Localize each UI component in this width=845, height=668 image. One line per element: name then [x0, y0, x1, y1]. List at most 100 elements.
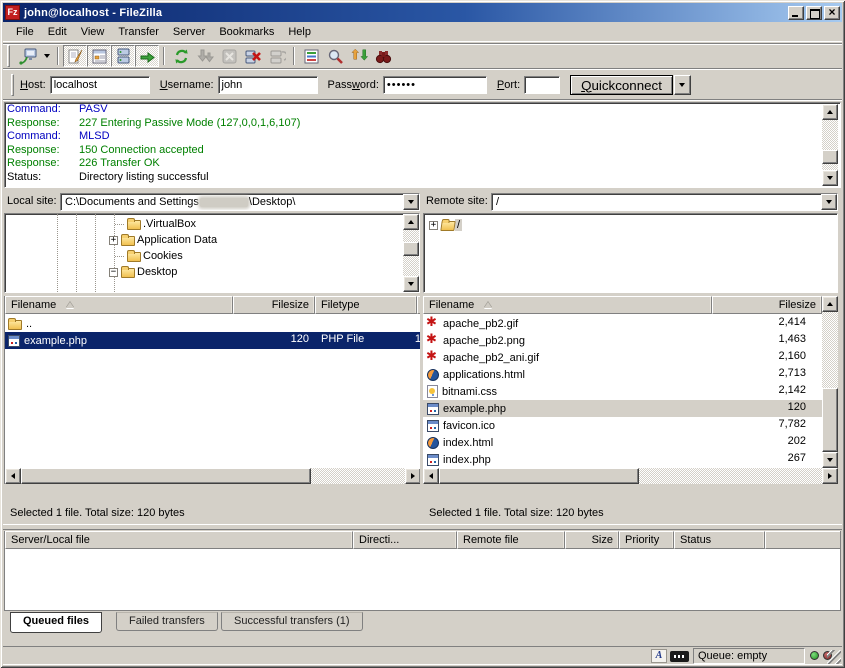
menu-transfer[interactable]: Transfer: [111, 24, 166, 40]
username-input[interactable]: john: [218, 76, 318, 94]
remote-row[interactable]: index.html 202: [423, 434, 822, 451]
scrollbar-thumb[interactable]: [439, 468, 639, 484]
site-manager-icon: [19, 48, 37, 65]
menu-server[interactable]: Server: [166, 24, 212, 40]
quickconnect-button[interactable]: Quickconnect: [570, 75, 673, 95]
scroll-up-button[interactable]: [822, 296, 838, 312]
directory-filter-button[interactable]: [299, 45, 323, 67]
menu-bookmarks[interactable]: Bookmarks: [212, 24, 281, 40]
remote-column-filename[interactable]: Filename: [423, 296, 712, 314]
tree-item-root[interactable]: + /: [429, 217, 462, 233]
search-button[interactable]: [323, 45, 347, 67]
tree-item-desktop[interactable]: − Desktop: [109, 264, 179, 280]
menu-help[interactable]: Help: [281, 24, 318, 40]
remote-row[interactable]: favicon.ico 7,782: [423, 417, 822, 434]
scroll-left-button[interactable]: [5, 468, 21, 484]
scrollbar-thumb[interactable]: [21, 468, 311, 484]
resize-grip[interactable]: [827, 650, 841, 664]
toggle-local-tree-button[interactable]: [87, 45, 111, 67]
remote-list-vscrollbar[interactable]: [822, 296, 838, 468]
local-column-filename[interactable]: Filename: [5, 296, 233, 314]
expand-icon[interactable]: +: [429, 221, 438, 230]
scrollbar-thumb[interactable]: [822, 388, 838, 452]
remote-row[interactable]: bitnami.css 2,142: [423, 383, 822, 400]
minimize-button[interactable]: [788, 6, 804, 20]
find-files-button[interactable]: [371, 45, 395, 67]
queue-column-priority[interactable]: Priority: [619, 531, 674, 549]
log-line: Command:PASV: [5, 103, 840, 117]
local-row-parent-dir[interactable]: ..: [5, 315, 420, 332]
scroll-down-button[interactable]: [822, 452, 838, 468]
speed-limit-icon: [670, 651, 689, 662]
local-column-filesize[interactable]: Filesize: [233, 296, 315, 314]
local-path-dropdown[interactable]: [403, 194, 419, 210]
log-line: Response:150 Connection accepted: [5, 144, 840, 158]
tree-item-cookies[interactable]: Cookies: [115, 248, 185, 264]
quickconnect-dropdown[interactable]: [674, 75, 691, 95]
remote-path-dropdown[interactable]: [821, 194, 837, 210]
site-manager-button[interactable]: [16, 45, 40, 67]
remote-path-combo[interactable]: /: [491, 193, 838, 211]
password-input[interactable]: ••••••: [383, 76, 487, 94]
tab-queued-files[interactable]: Queued files: [10, 612, 102, 633]
remote-row[interactable]: index.php 267: [423, 451, 822, 468]
scroll-down-button[interactable]: [822, 170, 838, 186]
sync-arrows-icon: [351, 48, 368, 65]
local-row-example-php[interactable]: example.php 120 PHP File 1: [5, 332, 420, 349]
remote-list-hscrollbar[interactable]: [423, 468, 838, 484]
toolbar-separator: [57, 47, 59, 65]
toolbar-grip[interactable]: [7, 45, 10, 67]
remote-row[interactable]: apache_pb2.png 1,463: [423, 332, 822, 349]
tab-failed-transfers[interactable]: Failed transfers: [116, 612, 218, 631]
menu-file[interactable]: File: [9, 24, 41, 40]
tab-successful-transfers[interactable]: Successful transfers (1): [221, 612, 363, 631]
port-input[interactable]: [524, 76, 560, 94]
remote-column-filesize[interactable]: Filesize: [712, 296, 822, 314]
remote-row[interactable]: apache_pb2.gif 2,414: [423, 315, 822, 332]
queue-column-remote-file[interactable]: Remote file: [457, 531, 565, 549]
queue-column-size[interactable]: Size: [565, 531, 619, 549]
sync-browsing-button[interactable]: [347, 45, 371, 67]
scroll-up-button[interactable]: [822, 104, 838, 120]
close-button[interactable]: [824, 6, 840, 20]
scroll-up-button[interactable]: [403, 214, 419, 230]
local-column-filetype[interactable]: Filetype: [315, 296, 417, 314]
log-scrollbar[interactable]: [822, 104, 838, 186]
vertical-splitter[interactable]: [420, 193, 423, 524]
expand-icon[interactable]: +: [109, 236, 118, 245]
scroll-right-button[interactable]: [822, 468, 838, 484]
file-size: 1,463: [712, 333, 806, 345]
menu-edit[interactable]: Edit: [41, 24, 74, 40]
remote-row-example-php-selected[interactable]: example.php 120: [423, 400, 822, 417]
scroll-right-button[interactable]: [405, 468, 420, 484]
toggle-remote-tree-button[interactable]: [111, 45, 135, 67]
toggle-queue-button[interactable]: [135, 45, 159, 67]
horizontal-splitter[interactable]: [3, 524, 842, 530]
remote-row[interactable]: applications.html 2,713: [423, 366, 822, 383]
menu-view[interactable]: View: [74, 24, 112, 40]
queue-column-status[interactable]: Status: [674, 531, 765, 549]
local-path-combo[interactable]: C:\Documents and Settings\Desktop\: [60, 193, 420, 211]
local-path-suffix: \Desktop\: [249, 196, 295, 208]
queue-column-server-local-file[interactable]: Server/Local file: [5, 531, 353, 549]
remote-row[interactable]: apache_pb2_ani.gif 2,160: [423, 349, 822, 366]
disconnect-button[interactable]: [241, 45, 265, 67]
host-input[interactable]: localhost: [50, 76, 150, 94]
local-tree-scrollbar[interactable]: [403, 214, 419, 292]
scroll-left-button[interactable]: [423, 468, 439, 484]
quickconnect-grip[interactable]: [11, 74, 14, 96]
queue-column-direction[interactable]: Directi...: [353, 531, 457, 549]
scrollbar-thumb[interactable]: [403, 242, 419, 256]
scroll-down-button[interactable]: [403, 276, 419, 292]
site-manager-dropdown[interactable]: [40, 45, 53, 67]
maximize-button[interactable]: [806, 6, 822, 20]
chevron-down-icon: [408, 200, 414, 204]
collapse-icon[interactable]: −: [109, 268, 118, 277]
tree-item-application-data[interactable]: + Application Data: [109, 232, 219, 248]
password-label: Password:: [328, 79, 379, 91]
tree-item-virtualbox[interactable]: .VirtualBox: [115, 216, 198, 232]
scrollbar-thumb[interactable]: [822, 150, 838, 164]
refresh-button[interactable]: [169, 45, 193, 67]
toggle-message-log-button[interactable]: [63, 45, 87, 67]
local-list-hscrollbar[interactable]: [5, 468, 420, 484]
